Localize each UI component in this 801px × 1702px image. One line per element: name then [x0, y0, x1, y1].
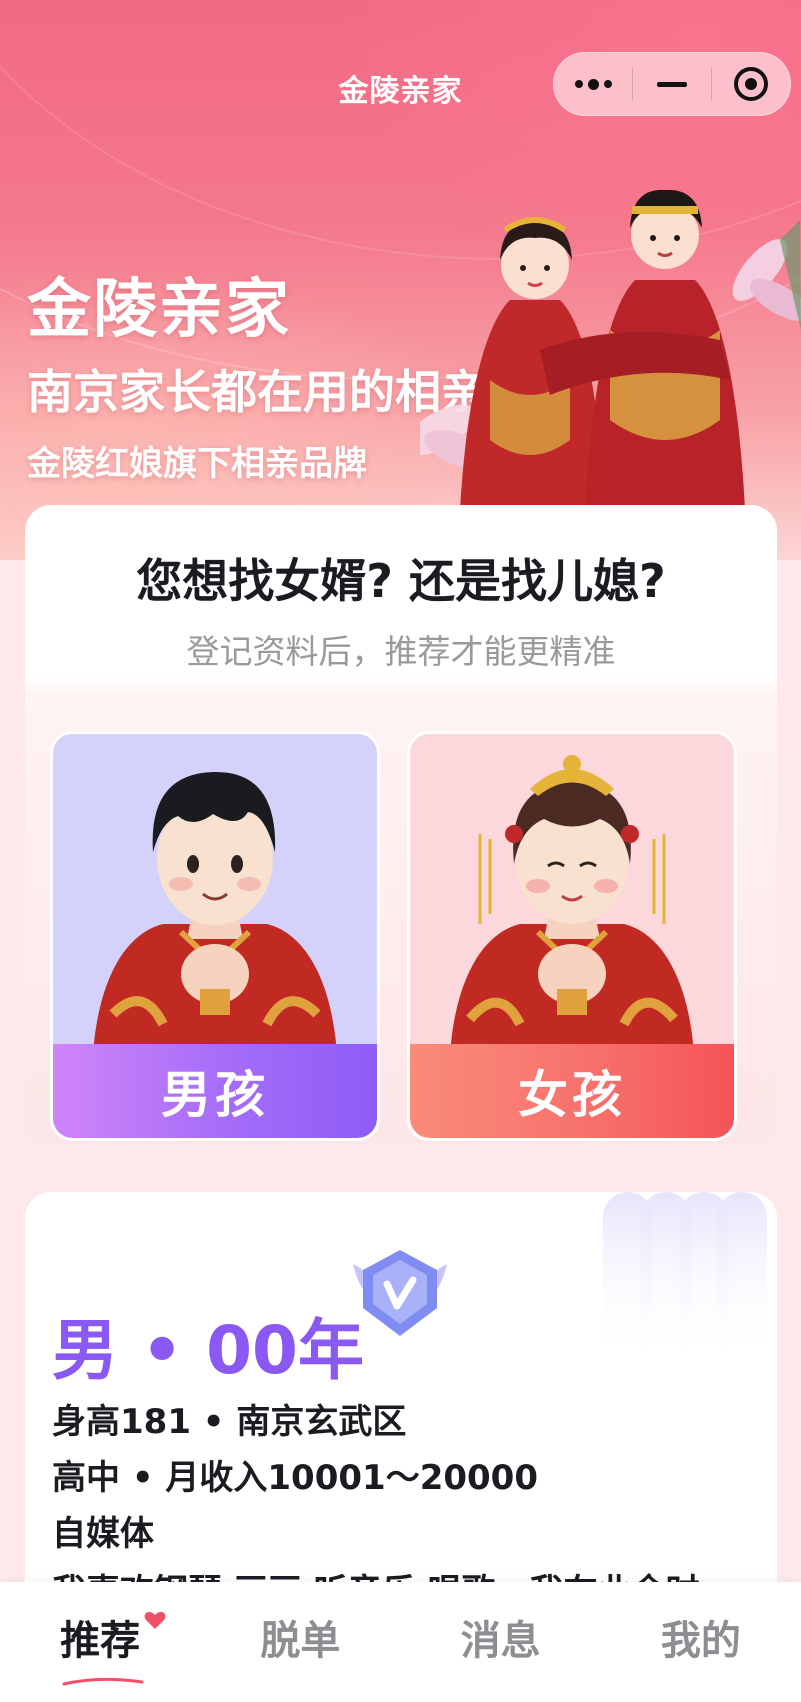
- choice-question: 您想找女婿? 还是找儿媳?: [136, 554, 666, 608]
- decorative-stripes: [603, 1192, 767, 1362]
- choice-hint: 登记资料后，推荐才能更精准: [186, 632, 616, 671]
- profile-education-income: 高中 • 月收入10001～20000: [52, 1458, 538, 1498]
- brand-name: 金陵亲家: [27, 273, 291, 347]
- recommended-profile-card[interactable]: 男 • 00年 身高181 • 南京玄武区 高中 • 月收入10001～2000…: [25, 1192, 777, 1612]
- tab-recommend-label: 推荐: [60, 1618, 141, 1664]
- mini-program-capsule: [553, 52, 791, 116]
- close-button[interactable]: [712, 53, 790, 115]
- minimize-button[interactable]: [633, 53, 711, 115]
- gender-choice-card: 您想找女婿? 还是找儿媳? 登记资料后，推荐才能更精准 男孩 女孩: [25, 505, 777, 1145]
- wedding-couple-illustration: [420, 189, 801, 510]
- hero-banner: 金陵亲家 金陵亲家 南京家长都在用的相亲平台 金陵红娘旗下相亲品牌: [0, 0, 801, 560]
- tab-mine-label: 我的: [660, 1618, 741, 1664]
- boy-label: 男孩: [53, 1044, 377, 1138]
- hero-sub-slogan: 金陵红娘旗下相亲品牌: [27, 444, 367, 484]
- active-tab-underline: [62, 1677, 144, 1686]
- tab-messages-label: 消息: [460, 1618, 541, 1664]
- minimize-icon: [657, 81, 687, 87]
- more-button[interactable]: [554, 53, 632, 115]
- bottom-tab-bar: 推荐 脱单 消息 我的: [0, 1582, 801, 1702]
- more-dots-icon: [574, 78, 612, 90]
- tab-match-label: 脱单: [260, 1618, 341, 1664]
- tab-match[interactable]: 脱单: [200, 1582, 400, 1702]
- heart-icon: [144, 1611, 166, 1629]
- profile-title: 男 • 00年: [52, 1312, 364, 1389]
- girl-option[interactable]: 女孩: [407, 731, 737, 1141]
- profile-height-location: 身高181 • 南京玄武区: [52, 1402, 407, 1442]
- girl-label: 女孩: [410, 1044, 734, 1138]
- tab-recommend[interactable]: 推荐: [0, 1582, 200, 1702]
- boy-avatar-illustration: [93, 771, 337, 1054]
- boy-option[interactable]: 男孩: [50, 731, 380, 1141]
- tab-mine[interactable]: 我的: [601, 1582, 801, 1702]
- tab-messages[interactable]: 消息: [401, 1582, 601, 1702]
- profile-occupation: 自媒体: [52, 1514, 154, 1554]
- close-target-icon: [734, 67, 768, 101]
- girl-avatar-illustration: [450, 755, 694, 1054]
